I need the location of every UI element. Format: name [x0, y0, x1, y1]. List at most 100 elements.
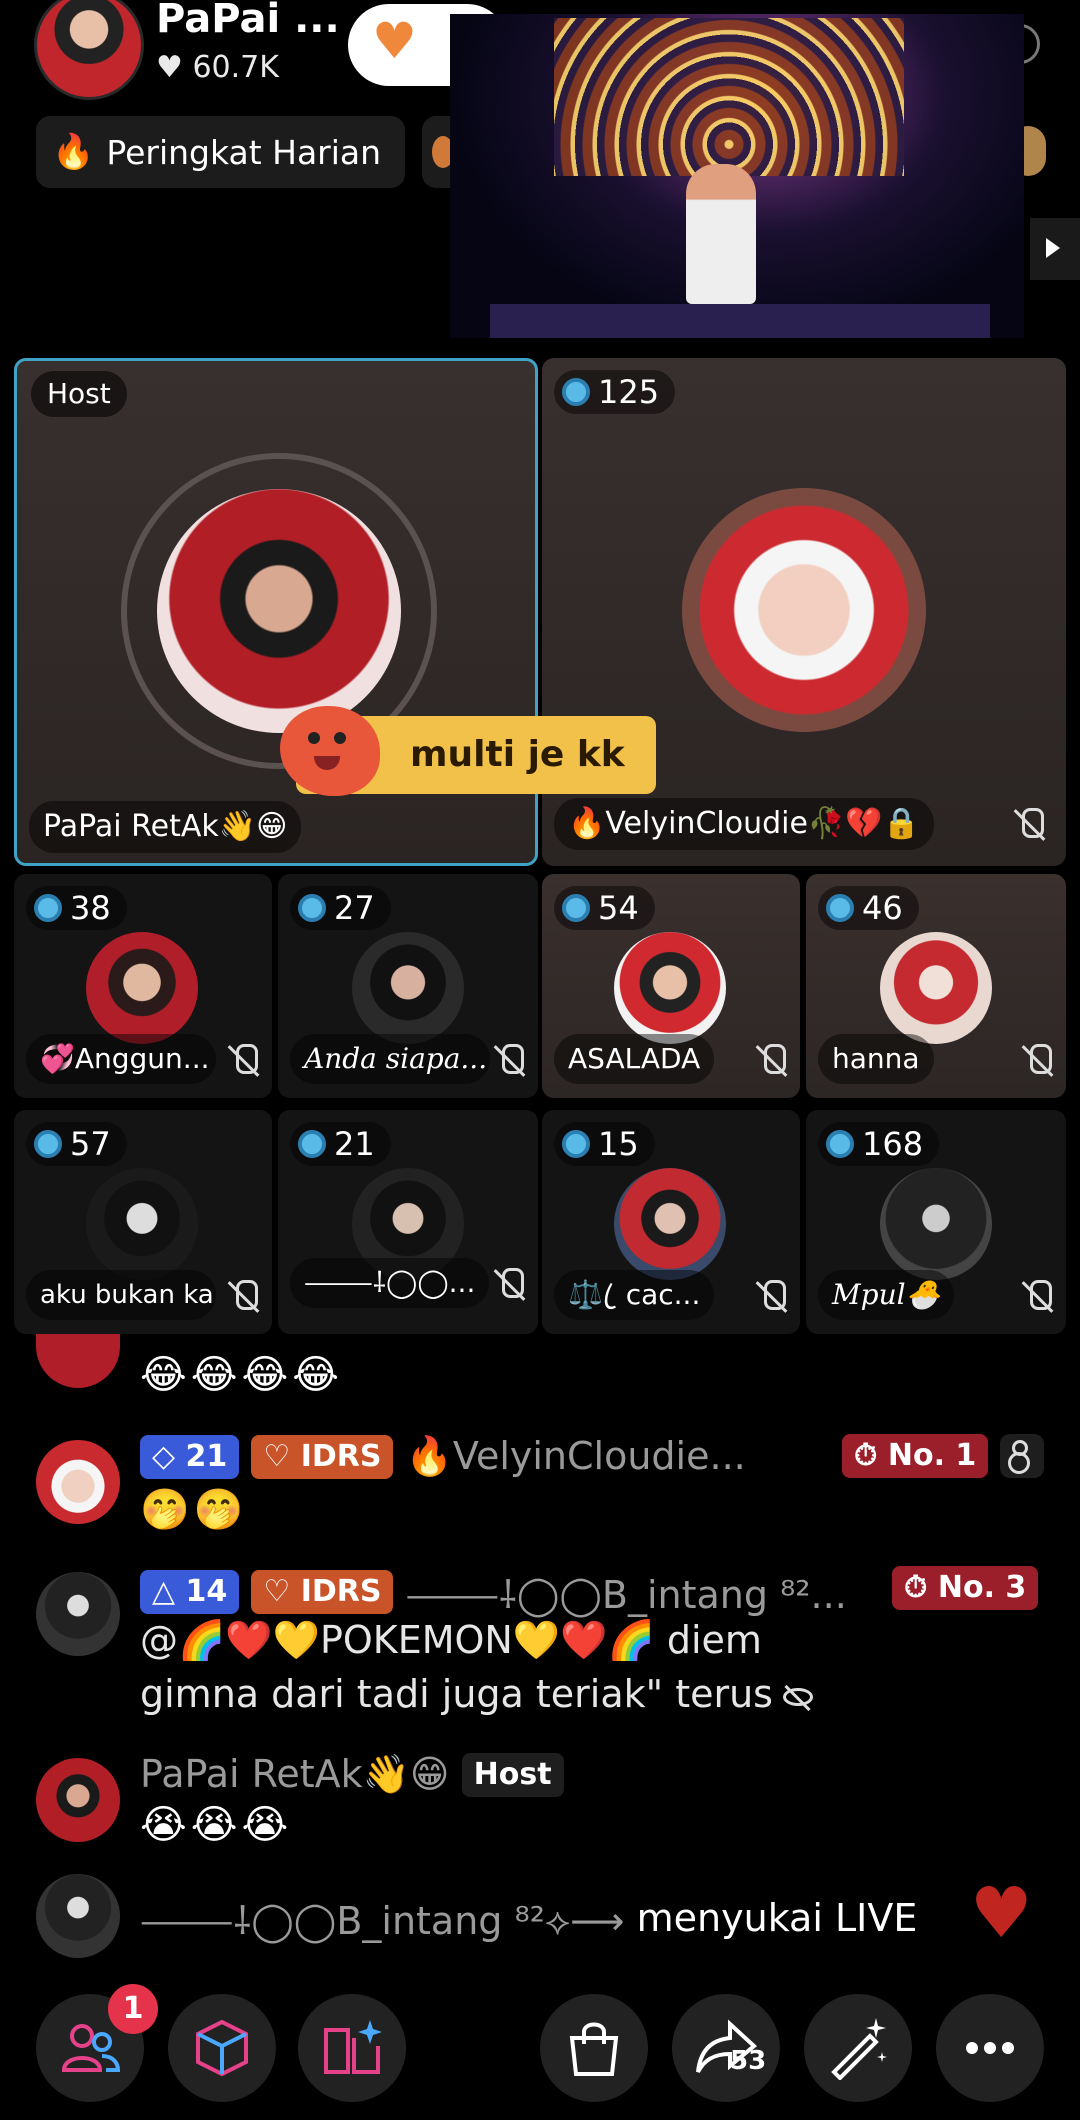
- host-likes: ♥ 60.7K: [156, 50, 279, 85]
- gem-icon: [826, 894, 854, 922]
- mic-muted-icon: [492, 1266, 528, 1302]
- shopping-bag-icon: [569, 2022, 619, 2076]
- chat-header: ◇ 21 ♡ IDRS 🔥VelyinCloudie...: [140, 1432, 746, 1479]
- more-icon: [966, 2042, 1014, 2054]
- chat-avatar[interactable]: [36, 1334, 120, 1388]
- guest-tile[interactable]: 57 aku bukan ka...: [14, 1110, 272, 1334]
- mic-muted-icon: [1020, 1042, 1056, 1078]
- daily-ranking-chip[interactable]: 🔥 Peringkat Harian: [36, 116, 406, 188]
- host-tag: Host: [31, 371, 127, 417]
- guest-score: 15: [554, 1122, 655, 1166]
- mic-muted-icon: [754, 1042, 790, 1078]
- team-badge: ♡ IDRS: [251, 1434, 394, 1479]
- chat-avatar[interactable]: [36, 1874, 120, 1958]
- like-event: ⸻⸸◯◯B_intang ⁸²⟡⟶ menyukai LIVE: [140, 1890, 917, 1946]
- mic-muted-icon: [754, 1278, 790, 1314]
- dj-deck: [490, 304, 990, 338]
- stories-button[interactable]: [298, 1994, 406, 2102]
- guest-photo: [880, 1168, 992, 1280]
- mic-muted-icon: [226, 1042, 262, 1078]
- guest-score: 57: [26, 1122, 127, 1166]
- mic-muted-icon: [226, 1278, 262, 1314]
- chat-username[interactable]: PaPai RetAk👋😁: [140, 1752, 450, 1796]
- chat-message: 🤭🤭: [140, 1487, 248, 1533]
- gem-icon: [34, 894, 62, 922]
- guest-tile[interactable]: 46 hanna: [806, 874, 1066, 1098]
- guest-tile[interactable]: 168 Mpul🐣: [806, 1110, 1066, 1334]
- chat-avatar[interactable]: [36, 1758, 120, 1842]
- guest-photo: [614, 1168, 726, 1280]
- gem-icon: [298, 1130, 326, 1158]
- likes-count: 60.7K: [192, 50, 279, 85]
- guest-name: aku bukan ka...: [26, 1270, 216, 1320]
- host-tile-name: PaPai RetAk👋😁: [29, 801, 302, 853]
- book-icon: [324, 2020, 382, 2074]
- guest-photo: [86, 1168, 198, 1280]
- mic-muted-icon: [492, 1042, 528, 1078]
- gem-icon: [562, 894, 590, 922]
- host-badge: Host: [461, 1752, 564, 1797]
- video-preview[interactable]: [450, 14, 1024, 338]
- gem-icon: [298, 894, 326, 922]
- guest-photo: [86, 932, 198, 1044]
- level-badge: △ 14: [140, 1570, 240, 1614]
- chat-message: gimna dari tadi juga teriak" terus: [140, 1672, 813, 1716]
- guest-name: ⸻⸸◯◯...: [290, 1258, 490, 1308]
- dj-figure: [686, 164, 756, 304]
- guest-score: 168: [818, 1122, 940, 1166]
- effects-button[interactable]: [168, 1994, 276, 2102]
- guest-score: 21: [290, 1122, 391, 1166]
- shop-button[interactable]: [540, 1994, 648, 2102]
- guest-name: Mpul🐣: [818, 1270, 955, 1320]
- heart-icon: ♥: [372, 12, 417, 70]
- gem-icon: [826, 1130, 854, 1158]
- guest-score: 27: [290, 886, 391, 930]
- gem-icon: [562, 1130, 590, 1158]
- guest-photo: [880, 932, 992, 1044]
- gem-icon: [562, 378, 590, 406]
- people-icon: [61, 2024, 121, 2072]
- guest-score: 54: [554, 886, 655, 930]
- chat-username[interactable]: 🔥VelyinCloudie...: [406, 1434, 746, 1478]
- more-button[interactable]: [936, 1994, 1044, 2102]
- guest-tile[interactable]: 27 Anda siapa...: [278, 874, 538, 1098]
- guest-score: 46: [818, 886, 919, 930]
- guest-name: ASALADA: [554, 1034, 715, 1084]
- gem-icon: [34, 1130, 62, 1158]
- guest-tile[interactable]: 15 ⚖️ ꦿ cac...: [542, 1110, 800, 1334]
- gift-bubble-text: multi je kk: [410, 734, 625, 775]
- play-arrow-icon[interactable]: [1030, 218, 1080, 280]
- chat-avatar[interactable]: [36, 1572, 120, 1656]
- guest-name: ⚖️ ꦿ cac...: [554, 1270, 715, 1320]
- fire-icon: 🔥: [52, 132, 95, 172]
- chat-message: @🌈❤️💛POKEMON💛❤️🌈 diem: [140, 1618, 762, 1662]
- chat-message: 😭😭😭: [140, 1802, 293, 1848]
- chat-avatar[interactable]: [36, 1440, 120, 1524]
- like-event-text: menyukai LIVE: [636, 1896, 918, 1940]
- chat-emoji-line: 😂😂😂😂: [140, 1352, 343, 1398]
- host-name[interactable]: PaPai ...: [156, 0, 340, 42]
- hidden-eye-icon: [782, 1687, 813, 1706]
- guest-tile[interactable]: 21 ⸻⸸◯◯...: [278, 1110, 538, 1334]
- guest-photo: [614, 932, 726, 1044]
- team-badge: ♡ IDRS: [251, 1570, 394, 1614]
- mic-muted-icon: [1012, 806, 1048, 842]
- share-count: 53: [730, 2046, 767, 2076]
- chat-username[interactable]: ⸻⸸◯◯B_intang ⁸²⟡⟶: [140, 1899, 625, 1943]
- guest-photo: [352, 932, 464, 1044]
- notification-badge: 1: [108, 1984, 158, 2034]
- heart-icon: ♥: [970, 1872, 1033, 1954]
- profile-icon[interactable]: [1000, 1434, 1044, 1478]
- guest-tile[interactable]: 54 ASALADA: [542, 874, 800, 1098]
- guest-name: 💞Anggun...: [26, 1034, 216, 1084]
- enhance-button[interactable]: [804, 1994, 912, 2102]
- chat-username[interactable]: ⸻⸸◯◯B_intang ⁸²...: [406, 1573, 847, 1617]
- cohost-score: 125: [554, 370, 676, 414]
- host-avatar[interactable]: [34, 0, 144, 100]
- guest-tile[interactable]: 38 💞Anggun...: [14, 874, 272, 1098]
- led-screen: [554, 18, 904, 176]
- rank-label: Peringkat Harian: [106, 132, 382, 172]
- cohost-photo: [682, 488, 926, 732]
- cube-icon: [196, 2019, 248, 2077]
- level-badge: ◇ 21: [140, 1434, 240, 1479]
